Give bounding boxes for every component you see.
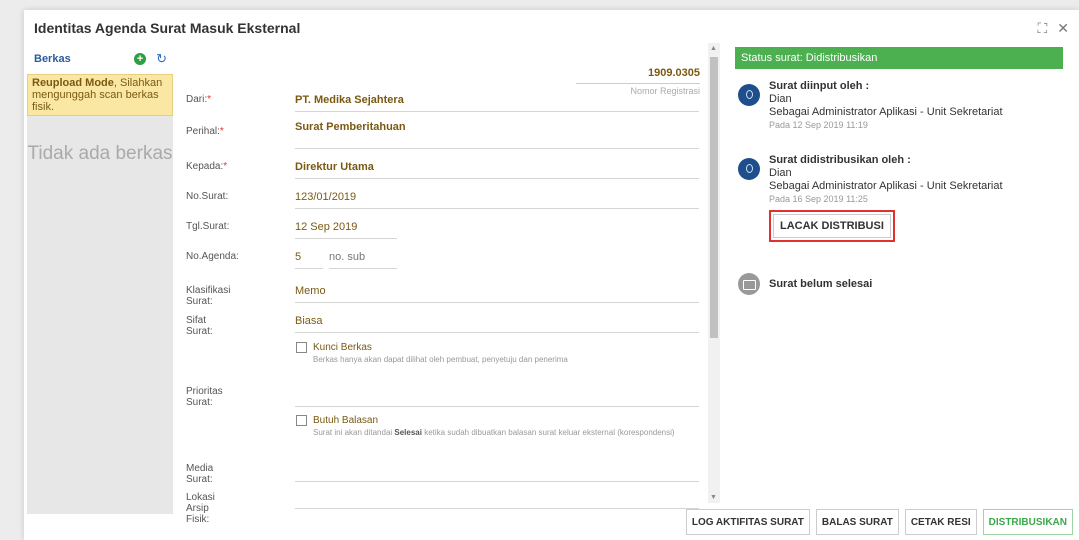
dialog-title: Identitas Agenda Surat Masuk Eksternal <box>34 20 301 36</box>
butuh-balasan-checkbox[interactable] <box>296 415 307 426</box>
timeline-name: Dian <box>769 167 792 179</box>
footer-actions: LOG AKTIFITAS SURAT BALAS SURAT CETAK RE… <box>685 509 1073 535</box>
kunci-berkas-checkbox[interactable] <box>296 342 307 353</box>
registration-number-value: 1909.0305 <box>648 67 700 79</box>
status-panel: Status surat: Didistribusikan Surat diin… <box>735 47 1063 295</box>
user-avatar <box>738 158 760 180</box>
timeline-name: Dian <box>769 93 792 105</box>
timeline-role: Sebagai Administrator Aplikasi - Unit Se… <box>769 106 1003 118</box>
kunci-berkas-desc: Berkas hanya akan dapat dilihat oleh pem… <box>313 355 568 364</box>
klasifikasi-label: Klasifikasi Surat: <box>186 285 231 307</box>
no-agenda-input[interactable]: 5 <box>295 251 323 269</box>
sifat-select[interactable]: Biasa <box>295 315 699 333</box>
log-aktifitas-button[interactable]: LOG AKTIFITAS SURAT <box>685 509 810 535</box>
no-agenda-label: No.Agenda: <box>186 251 239 262</box>
prioritas-select[interactable] <box>295 394 699 407</box>
no-surat-label: No.Surat: <box>186 191 229 202</box>
lokasi-input[interactable] <box>295 492 699 509</box>
plus-circle-icon[interactable]: + <box>134 53 147 65</box>
kepada-input[interactable]: Direktur Utama <box>295 161 699 179</box>
distribusikan-button[interactable]: DISTRIBUSIKAN <box>982 509 1073 535</box>
no-surat-input[interactable]: 123/01/2019 <box>295 191 699 209</box>
timeline-time: Pada 12 Sep 2019 11:19 <box>769 120 868 130</box>
media-label: Media Surat: <box>186 463 214 485</box>
tgl-surat-label: Tgl.Surat: <box>186 221 230 232</box>
user-avatar <box>738 84 760 106</box>
agenda-dialog: Identitas Agenda Surat Masuk Eksternal ⛶… <box>24 10 1079 540</box>
butuh-balasan-desc: Surat ini akan ditandai Selesai ketika s… <box>313 428 675 437</box>
status-bar: Status surat: Didistribusikan <box>735 47 1063 69</box>
timeline-role: Sebagai Administrator Aplikasi - Unit Se… <box>769 180 1003 192</box>
sifat-label: Sifat Surat: <box>186 315 213 337</box>
dari-input[interactable]: PT. Medika Sejahtera <box>295 94 699 112</box>
butuh-balasan-option: Butuh Balasan Surat ini akan ditandai Se… <box>296 415 696 438</box>
berkas-panel: Berkas + ↻ Reupload Mode, Silahkan mengu… <box>27 48 173 540</box>
media-select[interactable] <box>295 463 699 482</box>
reupload-notice: Reupload Mode, Silahkan mengunggah scan … <box>27 74 173 116</box>
track-highlight: LACAK DISTRIBUSI <box>769 210 895 242</box>
timeline-title: Surat diinput oleh : <box>769 80 870 92</box>
butuh-balasan-title: Butuh Balasan <box>313 415 379 426</box>
kepada-label: Kepada: <box>186 161 224 172</box>
form-scrollbar[interactable]: ▲ ▼ <box>708 43 720 503</box>
prioritas-label: Prioritas Surat: <box>186 386 223 408</box>
close-icon[interactable]: ✕ <box>1057 20 1069 37</box>
tgl-surat-input[interactable]: 12 Sep 2019 <box>295 221 397 239</box>
refresh-icon[interactable]: ↻ <box>156 51 167 67</box>
scroll-up-icon[interactable]: ▲ <box>710 45 717 52</box>
reupload-notice-bold: Reupload Mode <box>32 77 114 89</box>
required-mark: * <box>219 126 224 137</box>
expand-icon[interactable]: ⛶ <box>1037 20 1047 37</box>
required-mark: * <box>223 161 228 172</box>
lacak-distribusi-button[interactable]: LACAK DISTRIBUSI <box>773 214 891 238</box>
cetak-resi-button[interactable]: CETAK RESI <box>904 509 977 535</box>
scroll-down-icon[interactable]: ▼ <box>710 494 717 501</box>
timeline-title: Surat didistribusikan oleh : <box>769 154 911 166</box>
not-done-label: Surat belum selesai <box>769 278 873 290</box>
perihal-label: Perihal: <box>186 126 220 137</box>
scrollbar-thumb[interactable] <box>710 57 718 338</box>
berkas-label: Berkas <box>34 53 71 65</box>
registration-number: 1909.0305 Nomor Registrasi <box>576 67 700 96</box>
kunci-berkas-title: Kunci Berkas <box>313 342 372 353</box>
kunci-berkas-option: Kunci Berkas Berkas hanya akan dapat dil… <box>296 342 696 365</box>
lokasi-label: Lokasi Arsip Fisik: <box>186 492 215 525</box>
timeline-time: Pada 16 Sep 2019 11:25 <box>769 194 868 204</box>
dari-label: Dari: <box>186 94 208 105</box>
no-sub-input[interactable]: no. sub <box>329 251 397 269</box>
required-mark: * <box>207 94 212 105</box>
perihal-input[interactable]: Surat Pemberitahuan <box>295 121 699 149</box>
klasifikasi-select[interactable]: Memo <box>295 285 699 303</box>
mail-icon <box>738 273 760 295</box>
no-file-placeholder: Tidak ada berkas <box>27 116 173 514</box>
balas-surat-button[interactable]: BALAS SURAT <box>815 509 899 535</box>
